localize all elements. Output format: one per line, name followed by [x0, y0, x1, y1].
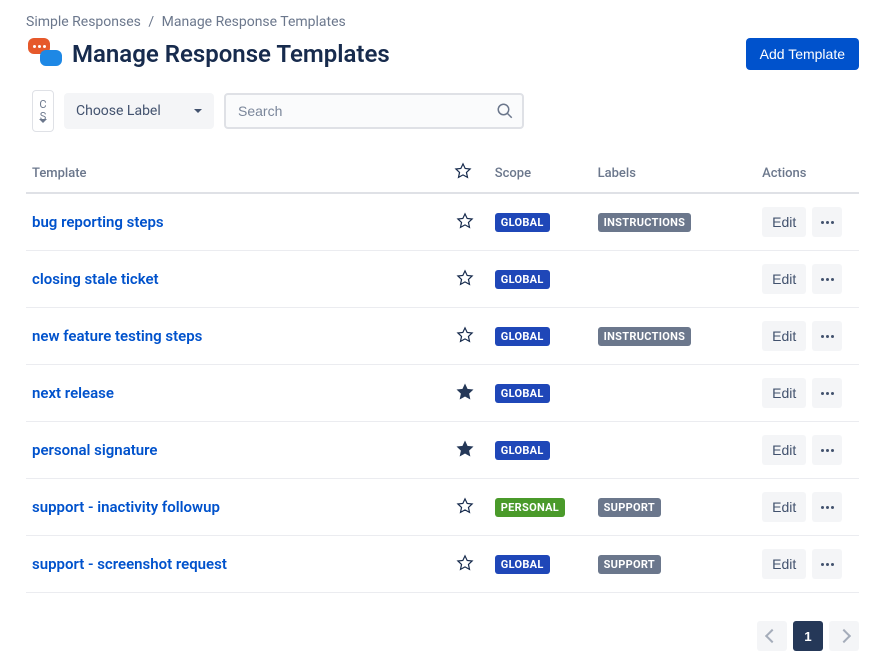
table-row: closing stale ticket GLOBAL Edit [26, 251, 859, 308]
templates-table: Template Scope Labels Actions bug report… [26, 154, 859, 593]
breadcrumb-separator: / [148, 14, 154, 30]
column-header-labels: Labels [592, 154, 757, 193]
chevron-right-icon [837, 629, 851, 643]
edit-button[interactable]: Edit [762, 492, 806, 522]
scope-badge: PERSONAL [495, 498, 565, 517]
template-name-link[interactable]: bug reporting steps [32, 213, 164, 231]
favorite-star-button[interactable] [454, 381, 476, 406]
favorite-star-button[interactable] [454, 495, 476, 520]
ellipsis-icon [821, 563, 834, 566]
favorite-star-button[interactable] [454, 438, 476, 463]
favorite-star-button[interactable] [454, 552, 476, 577]
scope-filter-select[interactable]: C S [32, 90, 54, 132]
scope-filter-line2: S [40, 111, 47, 123]
edit-button[interactable]: Edit [762, 378, 806, 408]
column-header-scope: Scope [489, 154, 592, 193]
more-actions-button[interactable] [812, 321, 842, 351]
table-row: bug reporting steps GLOBAL INSTRUCTIONS Edi… [26, 193, 859, 251]
chat-bubbles-icon [26, 36, 62, 72]
template-name-link[interactable]: support - inactivity followup [32, 498, 220, 516]
column-header-template: Template [26, 154, 448, 193]
favorite-star-button[interactable] [454, 210, 476, 235]
edit-button[interactable]: Edit [762, 264, 806, 294]
edit-button[interactable]: Edit [762, 207, 806, 237]
pagination-next-button[interactable] [829, 621, 859, 651]
column-header-actions: Actions [756, 154, 859, 193]
template-name-link[interactable]: new feature testing steps [32, 327, 202, 345]
label-filter-select[interactable]: Choose Label [64, 93, 214, 129]
favorite-star-button[interactable] [454, 267, 476, 292]
star-icon [456, 269, 474, 287]
pagination: 1 [26, 621, 859, 651]
table-row: next release GLOBAL Edit [26, 365, 859, 422]
page-title: Manage Response Templates [72, 40, 390, 68]
label-badge: INSTRUCTIONS [598, 327, 692, 346]
pagination-page-1[interactable]: 1 [793, 621, 823, 651]
scope-badge: GLOBAL [495, 327, 550, 346]
edit-button[interactable]: Edit [762, 549, 806, 579]
scope-badge: GLOBAL [495, 270, 550, 289]
scope-badge: GLOBAL [495, 384, 550, 403]
breadcrumb: Simple Responses / Manage Response Templ… [26, 14, 859, 30]
star-icon [456, 497, 474, 515]
table-row: support - screenshot request GLOBAL SUPPOR… [26, 536, 859, 593]
chevron-left-icon [765, 629, 779, 643]
star-icon [456, 383, 474, 401]
scope-badge: GLOBAL [495, 441, 550, 460]
more-actions-button[interactable] [812, 435, 842, 465]
search-input[interactable] [224, 93, 524, 129]
star-icon [456, 326, 474, 344]
template-name-link[interactable]: personal signature [32, 441, 158, 459]
more-actions-button[interactable] [812, 492, 842, 522]
breadcrumb-current: Manage Response Templates [162, 14, 346, 30]
ellipsis-icon [821, 506, 834, 509]
table-row: new feature testing steps GLOBAL INSTRUCTI… [26, 308, 859, 365]
pagination-prev-button[interactable] [757, 621, 787, 651]
scope-badge: GLOBAL [495, 555, 550, 574]
search-icon [496, 102, 514, 120]
table-row: personal signature GLOBAL Edit [26, 422, 859, 479]
ellipsis-icon [821, 221, 834, 224]
scope-badge: GLOBAL [495, 213, 550, 232]
template-name-link[interactable]: closing stale ticket [32, 270, 159, 288]
template-name-link[interactable]: next release [32, 384, 114, 402]
star-icon [456, 440, 474, 458]
more-actions-button[interactable] [812, 549, 842, 579]
table-row: support - inactivity followup PERSONAL SUP… [26, 479, 859, 536]
edit-button[interactable]: Edit [762, 321, 806, 351]
more-actions-button[interactable] [812, 207, 842, 237]
breadcrumb-parent[interactable]: Simple Responses [26, 14, 141, 30]
ellipsis-icon [821, 335, 834, 338]
edit-button[interactable]: Edit [762, 435, 806, 465]
column-header-star [448, 154, 489, 193]
template-name-link[interactable]: support - screenshot request [32, 555, 227, 573]
ellipsis-icon [821, 278, 834, 281]
add-template-button[interactable]: Add Template [746, 38, 859, 70]
star-icon [456, 212, 474, 230]
label-badge: SUPPORT [598, 498, 661, 517]
label-filter-placeholder: Choose Label [76, 103, 161, 119]
label-badge: SUPPORT [598, 555, 661, 574]
more-actions-button[interactable] [812, 264, 842, 294]
favorite-star-button[interactable] [454, 324, 476, 349]
ellipsis-icon [821, 449, 834, 452]
star-icon [456, 554, 474, 572]
more-actions-button[interactable] [812, 378, 842, 408]
ellipsis-icon [821, 392, 834, 395]
label-badge: INSTRUCTIONS [598, 213, 692, 232]
star-icon [454, 162, 472, 180]
